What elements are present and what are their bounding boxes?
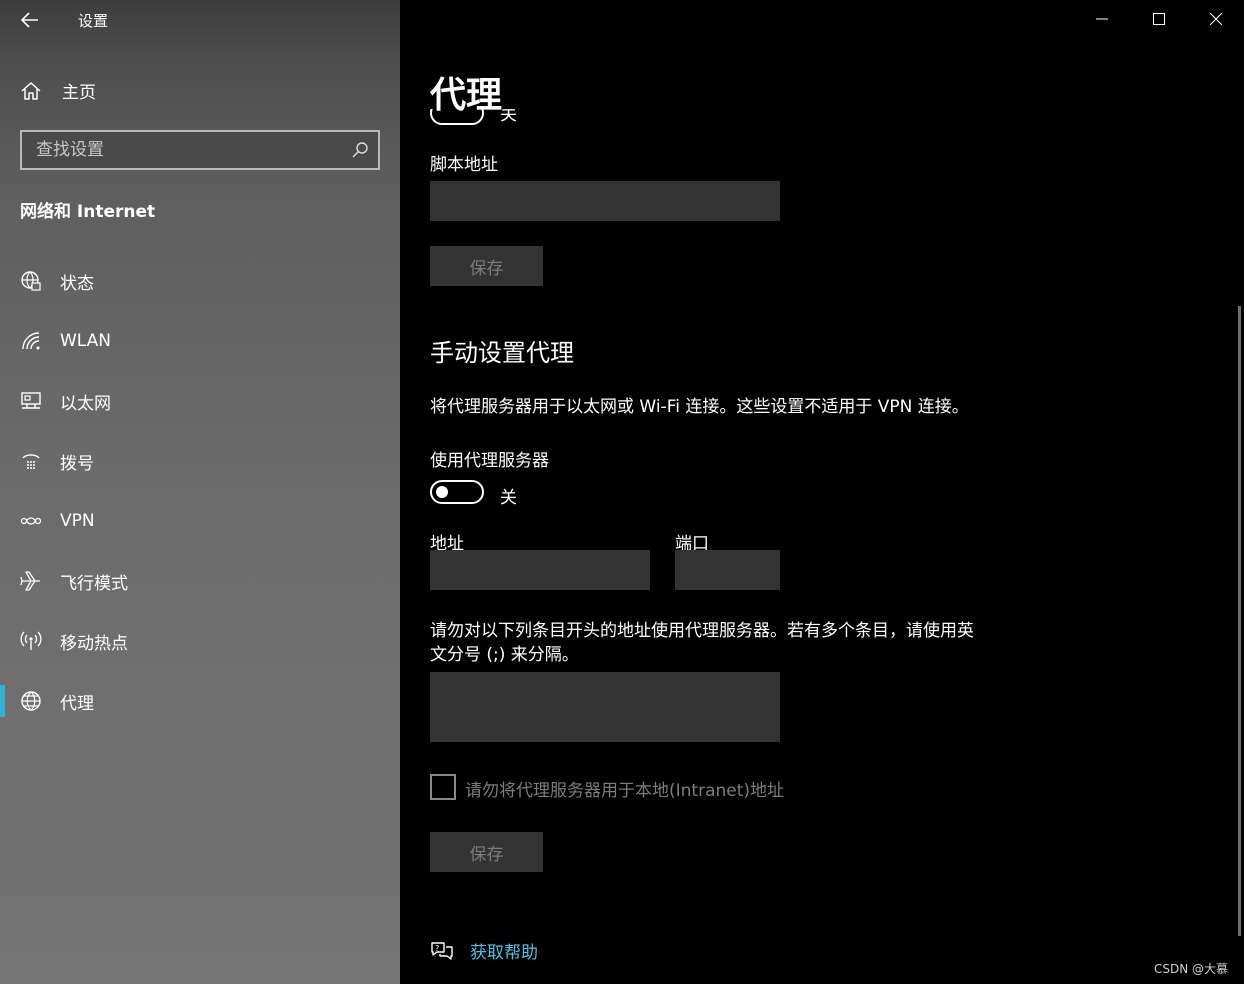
help-chat-icon: ? [431,941,453,960]
sidebar-nav: 状态 WLAN 以太网 拨号 VPN 飞行模式 移动热点 代理 [0,251,400,731]
home-label: 主页 [62,83,96,103]
manual-proxy-description: 将代理服务器用于以太网或 Wi-Fi 连接。这些设置不适用于 VPN 连接。 [430,397,969,417]
sidebar-item-ethernet[interactable]: 以太网 [0,371,400,431]
use-proxy-toggle-state: 关 [500,488,517,508]
app-title: 设置 [78,12,109,30]
scrollbar[interactable] [1238,306,1241,936]
sidebar-item-hotspot[interactable]: 移动热点 [0,611,400,671]
sidebar-item-label: 状态 [60,273,94,294]
sidebar-item-label: WLAN [60,331,112,351]
exceptions-textarea[interactable] [430,672,780,742]
search-input[interactable] [22,139,342,161]
back-arrow-icon [21,12,38,28]
sidebar-item-label: 代理 [60,693,94,714]
sidebar-item-label: 飞行模式 [60,573,128,594]
feedback-link-partial[interactable] [430,978,550,984]
script-address-input[interactable] [430,181,780,221]
sidebar-item-label: VPN [60,511,95,531]
use-proxy-label: 使用代理服务器 [430,451,549,471]
save-script-button[interactable]: 保存 [430,246,543,286]
sidebar: 设置 主页 网络和 Internet 状态 [0,0,400,984]
exceptions-label-line2: 文分号 (;) 来分隔。 [430,645,579,665]
search-icon[interactable] [342,141,378,159]
airplane-icon [20,570,42,592]
auto-toggle-state: 关 [500,109,517,125]
toggle-knob [436,486,448,498]
vpn-icon [20,510,42,532]
main-content: 代理 关 脚本地址 保存 手动设置代理 将代理服务器用于以太网或 Wi-Fi 连… [430,0,1220,984]
local-address-checkbox-label: 请勿将代理服务器用于本地(Intranet)地址 [465,781,785,801]
back-button[interactable] [14,6,46,34]
wifi-icon [20,330,42,352]
home-nav-item[interactable]: 主页 [20,78,96,103]
address-input[interactable] [430,550,650,590]
sidebar-item-proxy[interactable]: 代理 [0,671,400,731]
get-help-link[interactable]: ? 获取帮助 [430,938,538,963]
globe-status-icon [20,270,42,292]
hotspot-icon [20,630,42,652]
sidebar-item-label: 拨号 [60,453,94,474]
ethernet-icon [20,390,42,412]
exceptions-label-line1: 请勿对以下列条目开头的地址使用代理服务器。若有多个条目，请使用英 [430,621,974,641]
port-input[interactable] [675,550,780,590]
watermark: CSDN @大慕 [1153,962,1228,976]
search-box[interactable] [20,130,380,170]
local-address-checkbox[interactable] [430,774,456,800]
svg-text:?: ? [435,944,439,953]
dialup-icon [20,450,42,472]
manual-proxy-heading: 手动设置代理 [430,339,574,367]
use-proxy-toggle[interactable] [430,480,484,504]
sidebar-item-airplane[interactable]: 飞行模式 [0,551,400,611]
save-manual-button[interactable]: 保存 [430,832,543,872]
get-help-label: 获取帮助 [470,943,538,963]
sidebar-item-dialup[interactable]: 拨号 [0,431,400,491]
section-title: 网络和 Internet [20,202,156,222]
home-icon [21,81,41,100]
sidebar-item-label: 以太网 [60,393,111,414]
script-address-label: 脚本地址 [430,155,498,175]
auto-detect-toggle[interactable] [430,109,484,125]
sidebar-item-vpn[interactable]: VPN [0,491,400,551]
sidebar-item-status[interactable]: 状态 [0,251,400,311]
sidebar-item-label: 移动热点 [60,633,128,654]
sidebar-item-wlan[interactable]: WLAN [0,311,400,371]
globe-icon [20,690,42,712]
